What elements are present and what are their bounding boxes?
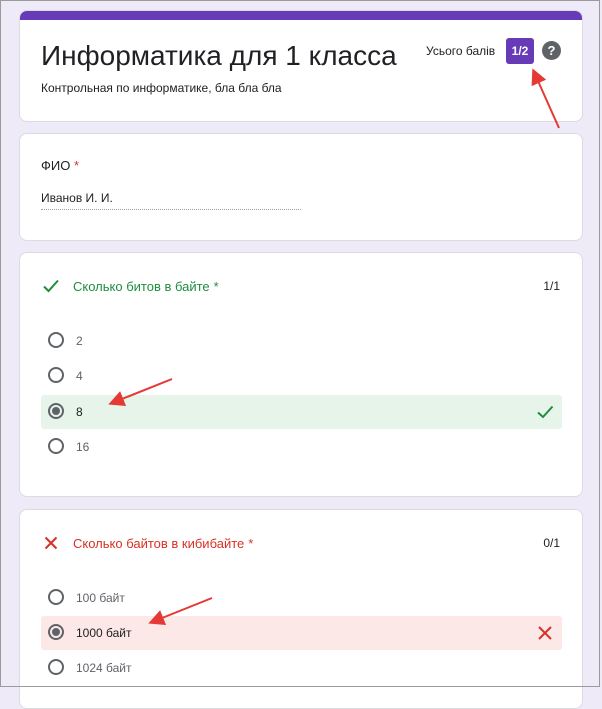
option-row[interactable]: 4: [41, 359, 562, 393]
question-title-row: Сколько байтов в кибибайте *: [41, 534, 253, 552]
option-row-selected-correct[interactable]: 8: [41, 395, 562, 429]
close-icon: [41, 534, 61, 552]
radio-button[interactable]: [48, 332, 64, 348]
close-icon: [538, 626, 552, 640]
question-card-bits: Сколько битов в байте * 1/1 2 4 8 16: [19, 252, 583, 497]
option-label: 4: [76, 369, 83, 383]
option-label: 8: [76, 405, 83, 419]
radio-button[interactable]: [48, 589, 64, 605]
required-mark: *: [73, 158, 80, 173]
required-mark: *: [213, 278, 219, 294]
option-label: 100 байт: [76, 591, 125, 605]
radio-button[interactable]: [48, 367, 64, 383]
option-row-selected-wrong[interactable]: 1000 байт: [41, 616, 562, 650]
header-accent-bar: [20, 11, 582, 20]
total-score-badge: 1/2: [506, 38, 534, 64]
name-question-card: ФИО * Иванов И. И.: [19, 133, 583, 241]
option-label: 1000 байт: [76, 626, 132, 640]
check-icon: [537, 405, 554, 419]
total-score-label: Усього балів: [426, 44, 496, 58]
help-icon[interactable]: ?: [542, 41, 561, 60]
required-mark: *: [248, 535, 254, 551]
option-row[interactable]: 1024 байт: [41, 651, 562, 685]
radio-button-checked[interactable]: [48, 624, 64, 640]
question-card-kibibyte: Сколько байтов в кибибайте * 0/1 100 бай…: [19, 509, 583, 709]
radio-button[interactable]: [48, 659, 64, 675]
radio-button[interactable]: [48, 438, 64, 454]
question-points: 0/1: [543, 536, 560, 550]
option-label: 2: [76, 334, 83, 348]
radio-button-checked[interactable]: [48, 403, 64, 419]
name-answer-value: Иванов И. И.: [41, 191, 113, 205]
option-row[interactable]: 2: [41, 324, 562, 358]
form-description: Контрольная по информатике, бла бла бла: [41, 81, 282, 95]
name-question-label: ФИО *: [41, 158, 79, 173]
name-question-text: ФИО: [41, 158, 71, 173]
check-icon: [41, 277, 61, 295]
option-row[interactable]: 100 байт: [41, 581, 562, 615]
question-title: Сколько битов в байте: [73, 278, 210, 294]
question-title: Сколько байтов в кибибайте: [73, 535, 245, 551]
question-points: 1/1: [543, 279, 560, 293]
option-row[interactable]: 16: [41, 430, 562, 464]
form-title: Информатика для 1 класса: [41, 40, 397, 71]
question-title-row: Сколько битов в байте *: [41, 277, 219, 295]
option-label: 16: [76, 440, 90, 454]
name-answer-underline: [41, 209, 301, 210]
form-header-card: Информатика для 1 класса Контрольная по …: [19, 10, 583, 122]
option-label: 1024 байт: [76, 661, 132, 675]
